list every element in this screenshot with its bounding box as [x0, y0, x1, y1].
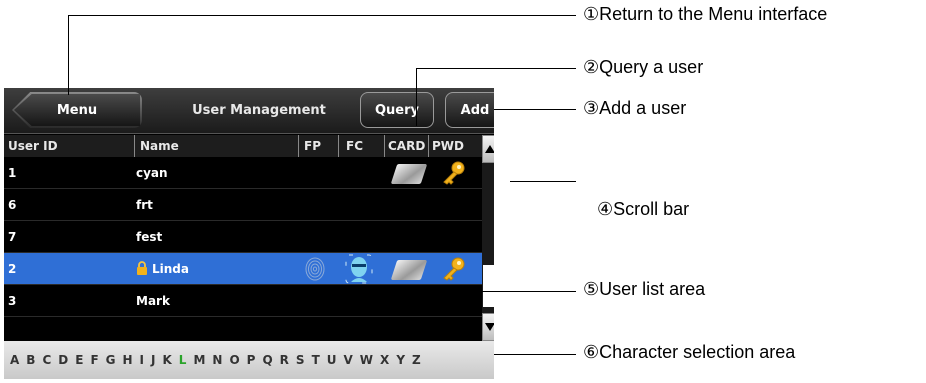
char-g[interactable]: G	[106, 353, 116, 367]
callout-character-selection: ⑥Character selection area	[583, 342, 796, 362]
char-a[interactable]: A	[10, 353, 19, 367]
page-title: User Management	[192, 103, 326, 118]
char-u[interactable]: U	[327, 353, 337, 367]
char-p[interactable]: P	[247, 353, 256, 367]
callout-add-user: ③Add a user	[583, 98, 687, 118]
char-c[interactable]: C	[42, 353, 51, 367]
row-user-name: cyan	[136, 166, 168, 180]
char-x[interactable]: X	[380, 353, 389, 367]
card-icon	[390, 260, 428, 280]
table-row[interactable]: 6 frt	[4, 189, 482, 221]
char-i[interactable]: I	[140, 353, 144, 367]
char-r[interactable]: R	[280, 353, 289, 367]
callout-return-menu: ①Return to the Menu interface	[583, 4, 828, 24]
table-row-selected[interactable]: 2 Linda	[4, 253, 482, 285]
char-l[interactable]: L	[179, 353, 187, 367]
callout-line-6	[494, 354, 576, 355]
char-y[interactable]: Y	[396, 353, 405, 367]
top-bar: Menu User Management Query Add	[4, 88, 494, 134]
row-user-id: 2	[8, 262, 17, 276]
query-button-label: Query	[374, 102, 419, 118]
query-button[interactable]: Query	[360, 92, 434, 128]
char-t[interactable]: T	[312, 353, 320, 367]
char-b[interactable]: B	[26, 353, 35, 367]
char-m[interactable]: M	[193, 353, 205, 367]
callout-line-3	[494, 109, 576, 110]
callout-line-2-vertical	[416, 68, 417, 126]
row-user-id: 6	[8, 198, 17, 212]
table-row[interactable]: 3 Mark	[4, 285, 482, 317]
callout-line-1-vertical	[68, 15, 69, 95]
row-user-name: Linda	[152, 262, 189, 276]
callout-line-1	[68, 15, 576, 16]
scroll-thumb[interactable]	[483, 265, 494, 307]
character-selection-bar: ABCDEFGHIJKLMNOPQRSTUVWXYZ	[4, 341, 494, 379]
row-user-name: Mark	[136, 294, 170, 308]
char-z[interactable]: Z	[412, 353, 421, 367]
callout-user-list: ⑤User list area	[583, 279, 706, 299]
add-button[interactable]: Add	[445, 92, 494, 128]
table-header: User ID Name FP FC CARD PWD	[4, 135, 482, 157]
row-user-id: 3	[8, 294, 17, 308]
char-o[interactable]: O	[229, 353, 239, 367]
table-row[interactable]: 7 fest	[4, 221, 482, 253]
menu-back-button[interactable]: Menu	[12, 92, 142, 128]
fingerprint-icon	[305, 257, 325, 281]
table-row[interactable]: 1 cyan	[4, 157, 482, 189]
face-icon	[345, 254, 373, 284]
header-fp: FP	[304, 139, 321, 153]
lock-icon	[137, 261, 147, 275]
char-q[interactable]: Q	[262, 353, 272, 367]
char-j[interactable]: J	[151, 353, 155, 367]
arrow-up-icon	[485, 145, 494, 153]
char-v[interactable]: V	[344, 353, 353, 367]
header-card: CARD	[388, 139, 426, 153]
row-user-name: frt	[136, 198, 153, 212]
header-fc: FC	[346, 139, 364, 153]
card-icon	[390, 164, 428, 184]
row-user-name: fest	[136, 230, 163, 244]
header-name: Name	[140, 139, 179, 153]
callout-query-user: ②Query a user	[583, 57, 704, 77]
device-screen: Menu User Management Query Add User ID N…	[4, 88, 494, 379]
callout-line-4	[510, 181, 576, 182]
key-icon	[443, 257, 465, 281]
char-d[interactable]: D	[58, 353, 68, 367]
scroll-down-button[interactable]	[482, 313, 494, 341]
char-f[interactable]: F	[90, 353, 98, 367]
menu-button-label: Menu	[56, 102, 98, 118]
char-e[interactable]: E	[75, 353, 83, 367]
row-user-id: 1	[8, 166, 17, 180]
callout-line-2	[416, 68, 576, 69]
header-pwd: PWD	[432, 139, 464, 153]
key-icon	[443, 161, 465, 185]
char-s[interactable]: S	[296, 353, 305, 367]
arrow-down-icon	[485, 323, 494, 331]
char-k[interactable]: K	[162, 353, 171, 367]
char-h[interactable]: H	[123, 353, 133, 367]
row-user-id: 7	[8, 230, 17, 244]
scroll-bar[interactable]	[482, 135, 494, 341]
char-n[interactable]: N	[212, 353, 222, 367]
callout-scroll-bar: ④Scroll bar	[597, 199, 690, 219]
scroll-up-button[interactable]	[482, 135, 494, 163]
header-user-id: User ID	[8, 139, 58, 153]
callout-line-5	[424, 291, 576, 292]
add-button-label: Add	[460, 102, 490, 118]
char-w[interactable]: W	[360, 353, 373, 367]
